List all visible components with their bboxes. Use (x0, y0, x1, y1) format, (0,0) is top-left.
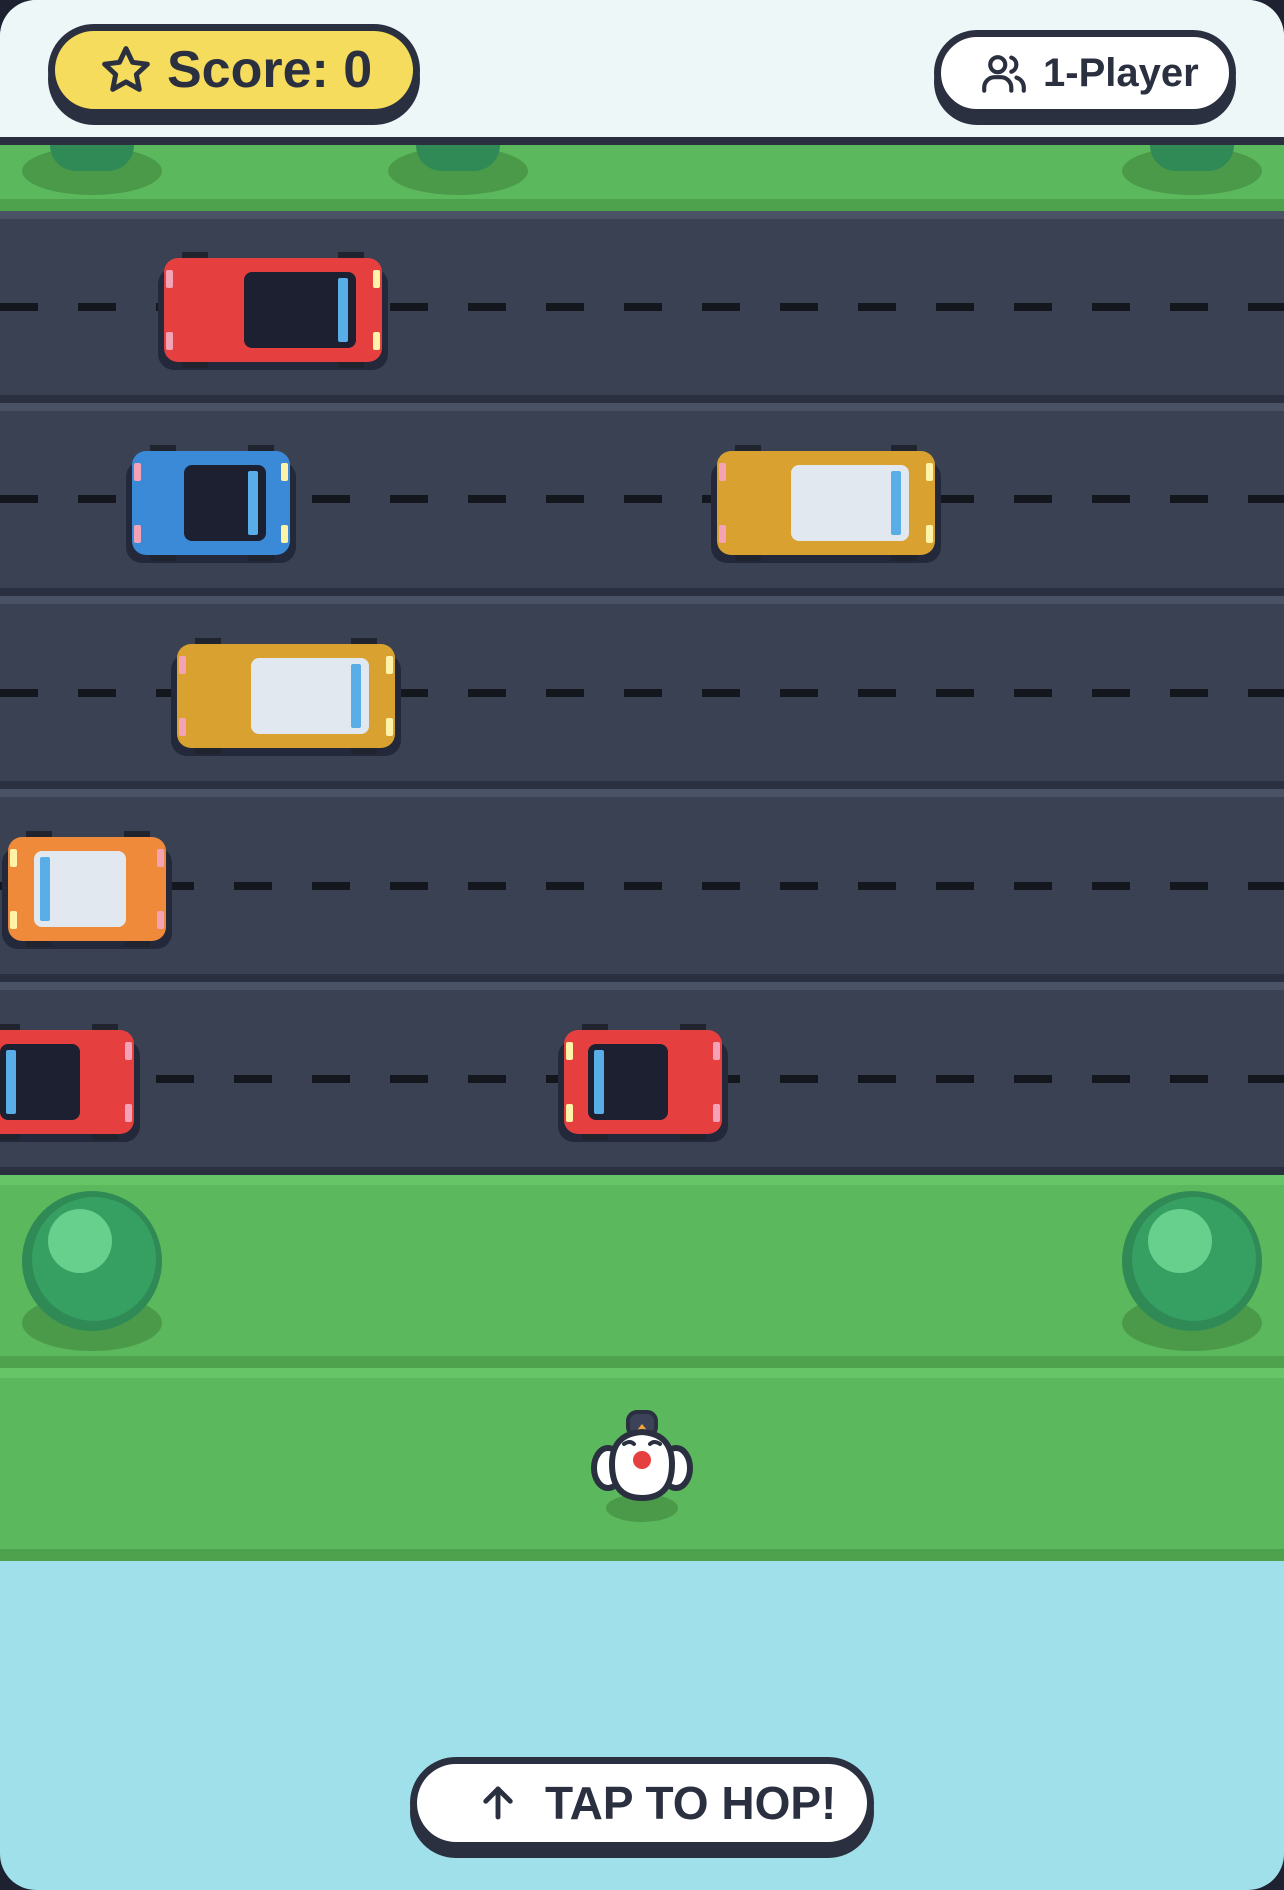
tap-to-hop-button[interactable]: TAP TO HOP! (410, 1757, 874, 1849)
mustard-van (171, 638, 401, 756)
top-bar: Score: 0 1-Player (0, 0, 1284, 145)
mustard-van (711, 445, 941, 563)
lane-divider-4 (0, 882, 1284, 890)
game-screen: Score: 0 1-Player TAP TO HOP! (0, 0, 1284, 1890)
top-tree-stump-3 (1150, 145, 1234, 171)
chicken-player (590, 1410, 694, 1526)
top-tree-stump-2 (416, 145, 500, 171)
score-badge: Score: 0 (48, 24, 420, 116)
red-car (158, 252, 388, 370)
top-grass (0, 145, 1284, 211)
tree (1122, 1191, 1262, 1351)
tree (22, 1191, 162, 1351)
grass-strip (0, 1175, 1284, 1368)
arrow-up-icon (477, 1782, 519, 1824)
red-car (0, 1024, 140, 1142)
player-mode-label: 1-Player (1043, 50, 1199, 95)
top-tree-stump-1 (50, 145, 134, 171)
users-icon (979, 48, 1029, 98)
orange-van (2, 831, 172, 949)
tap-to-hop-label: TAP TO HOP! (545, 1777, 837, 1829)
blue-car (126, 445, 296, 563)
player-mode-button[interactable]: 1-Player (934, 30, 1236, 116)
score-label: Score: 0 (167, 41, 373, 99)
red-car (558, 1024, 728, 1142)
star-icon (99, 43, 153, 97)
